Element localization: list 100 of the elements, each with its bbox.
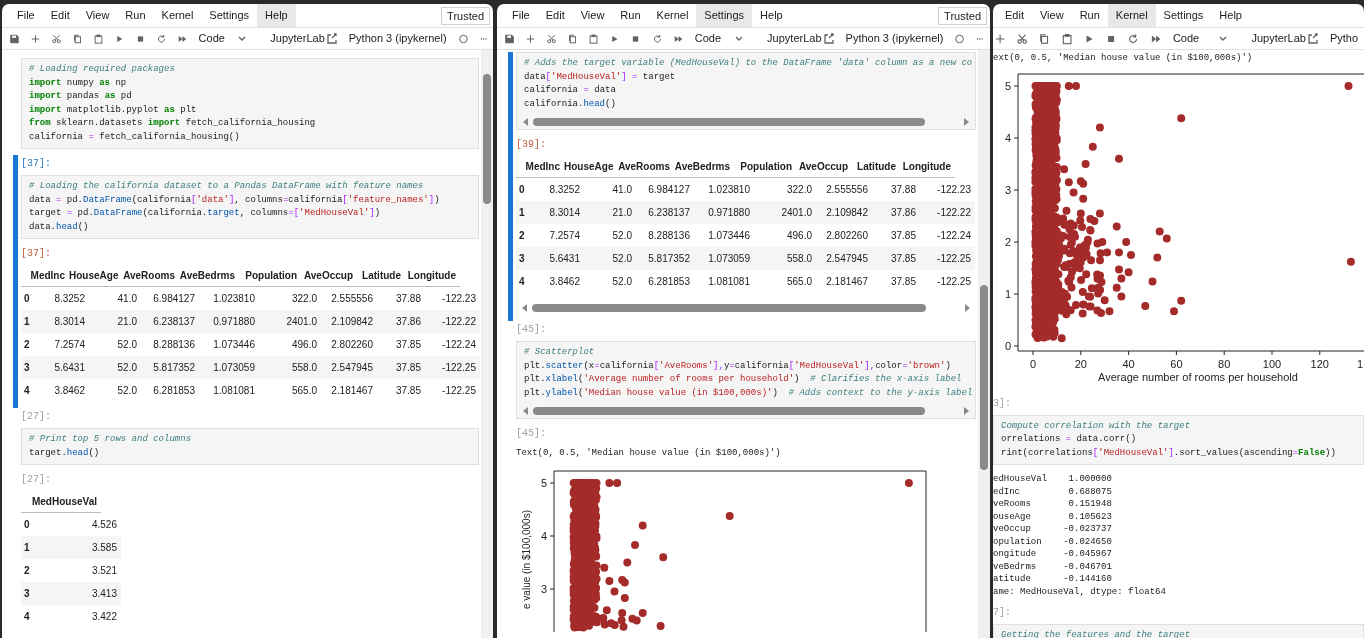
cut-icon[interactable] [51, 32, 61, 45]
cell-type-dropdown[interactable]: Code [1172, 30, 1228, 47]
table-cell-text: 4.526 [90, 518, 118, 532]
scrollbar-thumb[interactable] [532, 304, 926, 312]
jupyterlab-link[interactable]: JupyterLab [1251, 30, 1318, 47]
paste-icon[interactable] [589, 32, 599, 45]
vertical-scrollbar[interactable] [978, 50, 990, 638]
save-icon[interactable] [10, 32, 19, 45]
scroll-right-icon[interactable] [963, 116, 971, 128]
tick-label: 5 [540, 476, 547, 489]
code-line: # Print top 5 rows and columns [29, 433, 193, 446]
menu-item[interactable]: Kernel [648, 4, 697, 27]
menu-item[interactable]: Edit [997, 4, 1032, 27]
menu-item[interactable]: File [504, 4, 538, 27]
column-header: HouseAge [564, 160, 615, 174]
table-cell-text: 565.0 [785, 275, 813, 289]
column-header: MedHouseVal [30, 495, 98, 509]
cut-icon[interactable] [547, 32, 557, 45]
code-line: import numpy as np [29, 76, 128, 90]
add-icon[interactable] [30, 32, 40, 45]
menu-item[interactable]: Settings [696, 4, 753, 27]
menu-item[interactable]: Help [257, 4, 296, 27]
column-header: AveRooms [122, 269, 176, 283]
code-line: data.head() [29, 220, 90, 234]
tick-label: 5 [1004, 79, 1011, 92]
kernel-name[interactable]: Pytho [1329, 30, 1358, 47]
kernel-name[interactable]: Python 3 (ipykernel) [845, 30, 944, 47]
code-cell[interactable]: # Adds the target variable (MedHouseVal) to the DataFrame 'data' column as a new co data['MedHouseVal'] = target california = data california.head() [516, 52, 976, 130]
code-cell[interactable]: # Loading required packages import numpy as np import pandas as pd import matplotlib.pyplot as plt from sklearn.datasets import fetch_california_housing california = fetch_california_housing() [21, 58, 479, 149]
menu-item[interactable]: Edit [537, 4, 573, 27]
scrollbar-thumb[interactable] [980, 285, 988, 470]
column-header: Latitude [856, 160, 897, 174]
restart-icon[interactable] [156, 32, 166, 45]
code-cell[interactable]: Getting the features and the target [993, 624, 1364, 638]
scroll-right-icon[interactable] [963, 405, 971, 417]
menu-item[interactable]: Settings [1155, 4, 1212, 27]
menu-item[interactable]: Kernel [1107, 4, 1156, 27]
copy-icon[interactable] [72, 32, 82, 45]
scroll-left-icon[interactable] [521, 405, 529, 417]
column-header: AveRooms [617, 160, 671, 174]
table-cell-text: 1.081081 [707, 275, 751, 289]
vertical-scrollbar[interactable] [481, 50, 493, 638]
menu-item[interactable]: Help [1211, 4, 1250, 27]
scrollbar-thumb[interactable] [533, 407, 925, 415]
output-text: ext(0, 0.5, 'Median house value (in $100,000s)') [993, 52, 1254, 65]
menu-item[interactable]: View [1031, 4, 1072, 27]
add-icon[interactable] [526, 32, 536, 45]
table-cell-text: 2.802260 [825, 229, 869, 243]
table-cell-text: 37.85 [889, 229, 917, 243]
copy-icon[interactable] [1039, 32, 1050, 45]
restart-icon[interactable] [1128, 32, 1139, 45]
save-icon[interactable] [505, 32, 515, 45]
kernel-name[interactable]: Python 3 (ipykernel) [348, 30, 447, 47]
row-index: 4 [518, 275, 526, 289]
menu-item[interactable]: View [77, 4, 118, 27]
copy-icon[interactable] [568, 32, 578, 45]
menu-item[interactable]: Help [752, 4, 791, 27]
code-cell[interactable] [21, 175, 479, 239]
jupyterlab-link[interactable]: JupyterLab [270, 30, 337, 47]
scroll-left-icon[interactable] [520, 302, 528, 314]
cell-type-dropdown[interactable]: Code [694, 30, 744, 47]
paste-icon[interactable] [93, 32, 103, 45]
menu-item[interactable]: Edit [42, 4, 78, 27]
paste-icon[interactable] [1061, 32, 1072, 45]
code-cell[interactable] [516, 341, 976, 419]
menu-item[interactable]: View [572, 4, 613, 27]
table-cell-text: 7.2574 [53, 338, 86, 352]
scrollbar-thumb[interactable] [483, 74, 491, 204]
add-icon[interactable] [995, 32, 1006, 45]
cell-type-dropdown[interactable]: Code [198, 30, 247, 47]
code-line: orrelations = data.corr() [1001, 433, 1138, 446]
menu-item[interactable]: Run [1071, 4, 1108, 27]
table-cell-text: 21.0 [116, 315, 138, 329]
trusted-indicator[interactable]: Trusted [441, 6, 490, 25]
cut-icon[interactable] [1017, 32, 1028, 45]
scroll-right-icon[interactable] [964, 302, 972, 314]
restart-icon[interactable] [652, 32, 662, 45]
table-cell-text: 37.85 [394, 361, 422, 375]
menu-item[interactable]: Kernel [153, 4, 202, 27]
scrollbar-thumb[interactable] [533, 118, 925, 126]
menu-item[interactable]: Run [117, 4, 154, 27]
code-cell[interactable]: Compute correlation with the target orrelations = data.corr() rint(correlations['MedHouseVal'].sort_values(ascending=False)) [993, 414, 1364, 465]
code-line: target.head() [29, 446, 101, 460]
menu-item[interactable]: File [9, 4, 43, 27]
trusted-indicator[interactable]: Trusted [938, 6, 987, 25]
cell-prompt: [37]: [21, 247, 52, 261]
table-cell-text: 41.0 [611, 183, 633, 197]
table-cell-text: -122.25 [441, 361, 477, 375]
table-cell-text: -122.23 [936, 183, 972, 197]
menu-item[interactable]: Settings [201, 4, 258, 27]
menu-item[interactable]: Run [612, 4, 649, 27]
code-line: import pandas as pd [29, 90, 133, 103]
row-index: 1 [23, 315, 31, 329]
row-index: 0 [23, 518, 31, 532]
jupyterlab-link[interactable]: JupyterLab [767, 30, 834, 47]
table-cell-text: 37.85 [889, 252, 917, 266]
scroll-left-icon[interactable] [521, 116, 529, 128]
table-cell-text: 2.802260 [330, 338, 374, 352]
table-cell-text: 7.2574 [548, 229, 581, 243]
code-cell[interactable]: # Print top 5 rows and columns target.head() [21, 428, 479, 465]
